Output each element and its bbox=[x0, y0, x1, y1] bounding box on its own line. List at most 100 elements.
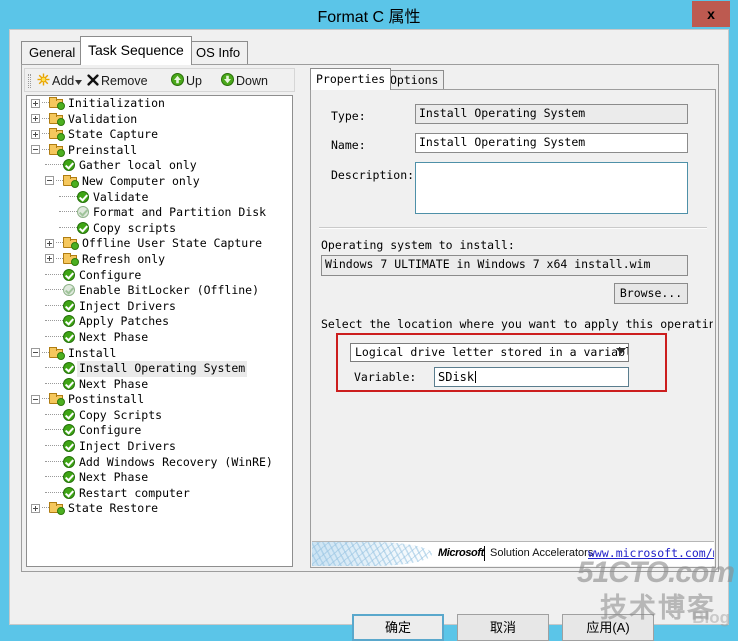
variable-value: SDisk bbox=[438, 370, 475, 384]
tree-item[interactable]: Next Phase bbox=[27, 377, 292, 393]
tree-item[interactable]: Add Windows Recovery (WinRE) bbox=[27, 455, 292, 471]
folder-icon bbox=[63, 252, 79, 266]
tree-item[interactable]: Configure bbox=[27, 268, 292, 284]
tree-item[interactable]: Inject Drivers bbox=[27, 439, 292, 455]
expand-icon[interactable] bbox=[45, 254, 54, 264]
tree-connector bbox=[45, 445, 63, 447]
collapse-icon[interactable] bbox=[31, 145, 40, 155]
toolbar-grip[interactable] bbox=[28, 74, 31, 88]
task-sequence-tree[interactable]: Initialization Validation State Capture Pre… bbox=[26, 95, 293, 567]
move-up-button[interactable]: Up bbox=[171, 71, 202, 91]
tree-item[interactable]: Copy scripts bbox=[27, 221, 292, 237]
tree-item-label: Copy Scripts bbox=[79, 407, 163, 422]
expand-icon[interactable] bbox=[31, 503, 40, 513]
tree-item[interactable]: Postinstall bbox=[27, 392, 292, 408]
tree-connector bbox=[45, 367, 63, 369]
tree-connector bbox=[42, 102, 49, 103]
name-label: Name: bbox=[331, 138, 366, 152]
tab-task-sequence[interactable]: Task Sequence bbox=[80, 36, 192, 65]
os-to-install-label: Operating system to install: bbox=[321, 238, 515, 252]
expand-icon[interactable] bbox=[31, 129, 40, 139]
collapse-icon[interactable] bbox=[45, 176, 54, 186]
name-input[interactable]: Install Operating System bbox=[415, 133, 688, 153]
collapse-icon[interactable] bbox=[31, 348, 40, 357]
variable-label: Variable: bbox=[354, 370, 417, 384]
tree-item[interactable]: Install bbox=[27, 346, 292, 362]
tree-item[interactable]: Format and Partition Disk bbox=[27, 205, 292, 221]
tab-options[interactable]: Options bbox=[384, 70, 445, 90]
expand-icon[interactable] bbox=[31, 114, 40, 124]
type-value: Install Operating System bbox=[415, 104, 688, 124]
tree-item[interactable]: Gather local only bbox=[27, 158, 292, 174]
folder-icon bbox=[49, 502, 65, 516]
tree-item[interactable]: Validate bbox=[27, 190, 292, 206]
tree-item[interactable]: New Computer only bbox=[27, 174, 292, 190]
folder-icon bbox=[49, 393, 65, 407]
tree-item-label: Configure bbox=[79, 267, 142, 282]
tree-item[interactable]: Apply Patches bbox=[27, 314, 292, 330]
tree-item[interactable]: Configure bbox=[27, 423, 292, 439]
tree-item-label: Next Phase bbox=[79, 329, 149, 344]
tree-item-label: Postinstall bbox=[68, 392, 145, 407]
add-button[interactable]: Add bbox=[37, 71, 74, 91]
tree-item-label: Install Operating System bbox=[77, 361, 248, 377]
tree-connector bbox=[45, 382, 63, 384]
tree-item[interactable]: Install Operating System bbox=[27, 361, 292, 377]
tab-strip: General Task Sequence OS Info bbox=[21, 36, 719, 65]
folder-icon bbox=[49, 97, 65, 110]
tree-item[interactable]: Restart computer bbox=[27, 486, 292, 502]
tree-item-label: Refresh only bbox=[82, 251, 166, 266]
tab-properties[interactable]: Properties bbox=[310, 68, 392, 90]
tree-item-label: Validate bbox=[93, 189, 149, 204]
tree-item[interactable]: Refresh only bbox=[27, 252, 292, 268]
tree-item-label: New Computer only bbox=[82, 173, 200, 188]
tree-item[interactable]: Enable BitLocker (Offline) bbox=[27, 283, 292, 299]
chevron-down-icon bbox=[616, 348, 626, 354]
location-highlight-box: Logical drive letter stored in a variabl… bbox=[336, 333, 667, 392]
cancel-button[interactable]: 取消 bbox=[457, 614, 549, 641]
expand-icon[interactable] bbox=[31, 98, 40, 108]
tree-item-label: Restart computer bbox=[79, 485, 190, 500]
ok-button[interactable]: 确定 bbox=[352, 614, 444, 641]
x-cross-icon bbox=[87, 72, 99, 92]
green-arrow-down-icon bbox=[221, 72, 234, 92]
apply-button[interactable]: 应用(A) bbox=[562, 614, 654, 641]
tree-item[interactable]: Preinstall bbox=[27, 143, 292, 159]
tree-item-label: Next Phase bbox=[79, 470, 149, 485]
browse-button[interactable]: Browse... bbox=[614, 283, 688, 304]
tree-item[interactable]: Offline User State Capture bbox=[27, 236, 292, 252]
tree-item[interactable]: Inject Drivers bbox=[27, 299, 292, 315]
caret-down-icon bbox=[75, 74, 82, 88]
check-disabled-icon bbox=[63, 284, 75, 297]
move-down-button[interactable]: Down bbox=[221, 71, 268, 91]
expand-icon[interactable] bbox=[45, 238, 54, 248]
add-dropdown-arrow[interactable] bbox=[75, 71, 82, 91]
variable-input[interactable]: SDisk bbox=[434, 367, 629, 387]
tree-connector bbox=[45, 429, 63, 431]
mdt-link[interactable]: www.microsoft.com/mdt bbox=[588, 546, 714, 560]
tree-item[interactable]: Validation bbox=[27, 112, 292, 128]
tab-os-info[interactable]: OS Info bbox=[188, 41, 249, 65]
description-textarea[interactable] bbox=[415, 162, 688, 214]
tree-item[interactable]: State Capture bbox=[27, 127, 292, 143]
tree-connector bbox=[59, 195, 77, 197]
remove-button[interactable]: Remove bbox=[87, 71, 148, 91]
tree-connector bbox=[45, 320, 63, 322]
tree-item[interactable]: Next Phase bbox=[27, 470, 292, 486]
tree-item-label: Configure bbox=[79, 423, 142, 438]
tree-item[interactable]: State Restore bbox=[27, 501, 292, 517]
tree-item-label: Enable BitLocker (Offline) bbox=[79, 283, 260, 298]
location-select[interactable]: Logical drive letter stored in a variabl… bbox=[350, 343, 629, 362]
section-divider-1 bbox=[319, 227, 707, 229]
check-icon bbox=[63, 330, 75, 343]
tree-item[interactable]: Copy Scripts bbox=[27, 408, 292, 424]
tree-item[interactable]: Initialization bbox=[27, 96, 292, 112]
tab-general[interactable]: General bbox=[21, 41, 84, 65]
collapse-icon[interactable] bbox=[31, 394, 40, 404]
close-icon[interactable]: x bbox=[692, 1, 730, 27]
tree-item[interactable]: Next Phase bbox=[27, 330, 292, 346]
tree-connector bbox=[42, 507, 49, 509]
tree-connector bbox=[42, 117, 49, 119]
tree-item-label: Copy scripts bbox=[93, 220, 177, 235]
green-arrow-up-icon bbox=[171, 72, 184, 92]
